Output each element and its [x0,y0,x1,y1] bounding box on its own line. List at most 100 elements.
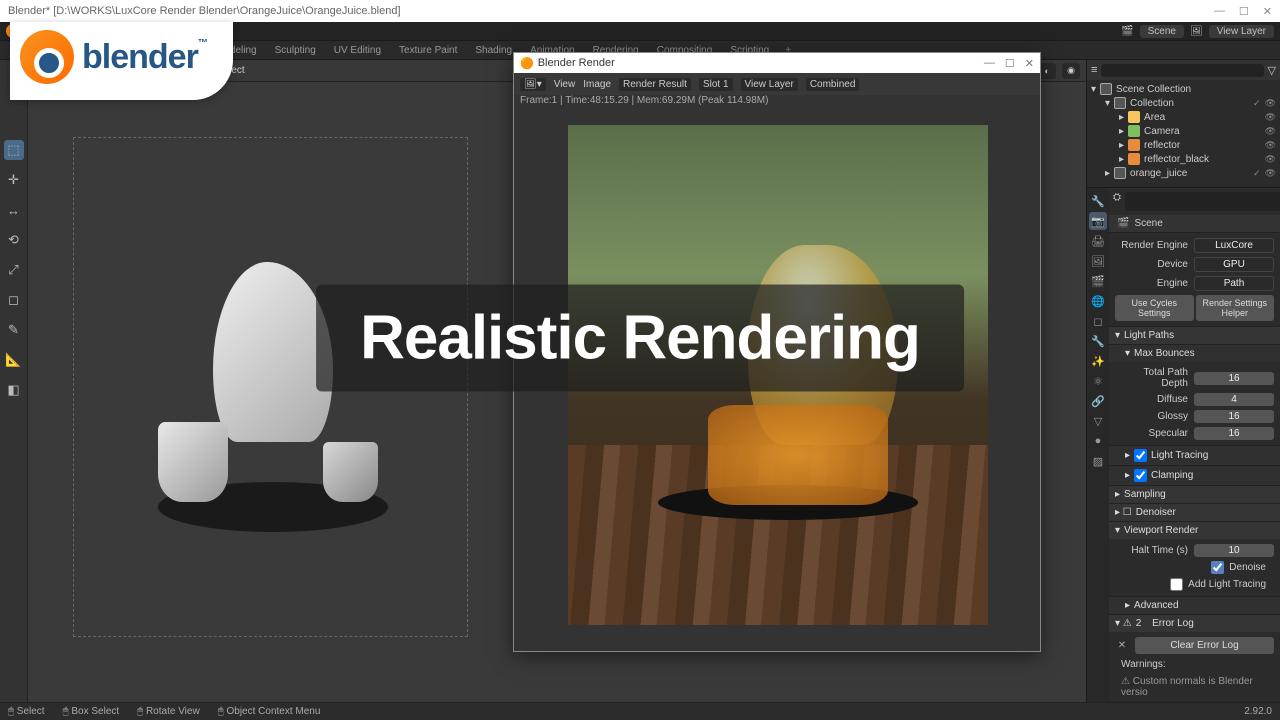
tab-sculpting[interactable]: Sculpting [267,43,324,58]
prop-tab-world[interactable]: 🌐 [1089,292,1107,310]
render-editor-icon[interactable]: 🖼▾ [520,78,546,91]
filter-icon[interactable]: ▽ [1268,64,1276,77]
viewlayer-selector[interactable]: View Layer [1209,25,1274,38]
prop-tab-viewlayer[interactable]: 🖼 [1089,252,1107,270]
render-menu-image[interactable]: Image [583,79,611,90]
close-icon[interactable]: ✕ [1115,640,1129,651]
tool-select-box[interactable]: ⬚ [4,140,24,160]
cup1-mesh [158,422,228,502]
panel-max-bounces[interactable]: ▾ Max Bounces [1109,345,1280,362]
total-path-input[interactable]: 16 [1194,372,1274,385]
prop-tab-render[interactable]: 📷 [1089,212,1107,230]
render-stats: Frame:1 | Time:48:15.29 | Mem:69.29M (Pe… [514,95,1040,111]
render-pass-select[interactable]: Combined [806,78,860,91]
glossy-input[interactable]: 16 [1194,410,1274,423]
render-engine-select[interactable]: LuxCore [1194,238,1274,253]
panel-clamping[interactable]: ▸ Clamping [1109,466,1280,485]
panel-advanced[interactable]: ▸ Advanced [1109,597,1280,614]
prop-tab-tool[interactable]: 🔧 [1089,192,1107,210]
outliner-camera[interactable]: ▸Camera👁 [1091,124,1276,138]
render-titlebar: 🟠 Blender Render — ☐ ✕ [514,53,1040,73]
light-tracing-checkbox[interactable] [1134,449,1147,462]
panel-denoiser[interactable]: ▸ ☐ Denoiser [1109,504,1280,521]
prop-tab-modifier[interactable]: 🔧 [1089,332,1107,350]
outliner-search-input[interactable] [1101,64,1263,77]
tool-cursor[interactable]: ✛ [4,170,24,190]
outliner-reflector[interactable]: ▸reflector👁 [1091,138,1276,152]
tool-move[interactable]: ↔ [4,200,24,220]
status-context: 🖱 Object Context Menu [218,706,321,717]
properties-search-input[interactable] [1125,192,1280,211]
render-minimize-button[interactable]: — [984,57,995,70]
scene-selector[interactable]: Scene [1140,25,1184,38]
prop-tab-constraint[interactable]: 🔗 [1089,392,1107,410]
render-header: 🖼▾ View Image Render Result Slot 1 View … [514,73,1040,95]
prop-tab-scene[interactable]: 🎬 [1089,272,1107,290]
status-box: 🖱 Box Select [63,706,120,717]
panel-light-paths[interactable]: ▾ Light Paths [1109,327,1280,344]
add-light-tracing-checkbox[interactable] [1170,578,1183,591]
outliner-type-icon[interactable]: ≡ [1091,64,1097,76]
tool-annotate[interactable]: ✎ [4,320,24,340]
status-bar: 🖱 Select 🖱 Box Select 🖱 Rotate View 🖱 Ob… [0,702,1280,720]
close-button[interactable]: ✕ [1263,5,1272,18]
engine-select[interactable]: Path [1194,276,1274,291]
outliner-collection[interactable]: ▾Collection✓👁 [1091,96,1276,110]
add-light-tracing-label: Add Light Tracing [1188,579,1266,590]
tool-measure[interactable]: 📐 [4,350,24,370]
render-maximize-button[interactable]: ☐ [1005,57,1015,70]
clamping-checkbox[interactable] [1134,469,1147,482]
tab-uv-editing[interactable]: UV Editing [326,43,389,58]
render-glasses [708,405,888,505]
warnings-label: Warnings: [1115,656,1274,673]
device-select[interactable]: GPU [1194,257,1274,272]
prop-tab-data[interactable]: ▽ [1089,412,1107,430]
minimize-button[interactable]: — [1214,5,1225,18]
prop-tab-material[interactable]: ● [1089,432,1107,450]
prop-tab-output[interactable]: 🖨 [1089,232,1107,250]
outliner-reflector-black[interactable]: ▸reflector_black👁 [1091,152,1276,166]
os-titlebar: Blender* [D:\WORKS\LuxCore Render Blende… [0,0,1280,22]
panel-sampling[interactable]: ▸ Sampling [1109,486,1280,503]
tab-texture-paint[interactable]: Texture Paint [391,43,465,58]
panel-error-log[interactable]: ▾ ⚠ 2 Error Log [1109,615,1280,632]
toolbar-left: ⬚ ✛ ↔ ⟲ ⤢ ◻ ✎ 📐 ◧ [0,60,28,704]
props-type-icon[interactable]: ⛭ [1113,192,1121,211]
use-cycles-button[interactable]: Use Cycles Settings [1115,295,1194,321]
outliner-root[interactable]: ▾Scene Collection [1091,82,1276,96]
render-window-title: Blender Render [538,57,615,69]
denoise-checkbox[interactable] [1211,561,1224,574]
outliner-orange-juice[interactable]: ▸orange_juice✓👁 [1091,166,1276,180]
tool-add[interactable]: ◧ [4,380,24,400]
diffuse-input[interactable]: 4 [1194,393,1274,406]
maximize-button[interactable]: ☐ [1239,5,1249,18]
window-title: Blender* [D:\WORKS\LuxCore Render Blende… [8,5,401,17]
tool-rotate[interactable]: ⟲ [4,230,24,250]
render-layer-select[interactable]: View Layer [741,78,798,91]
render-slot-select[interactable]: Slot 1 [699,78,733,91]
panel-light-tracing[interactable]: ▸ Light Tracing [1109,446,1280,465]
prop-tab-texture[interactable]: ▨ [1089,452,1107,470]
prop-tab-physics[interactable]: ⚛ [1089,372,1107,390]
render-result-select[interactable]: Render Result [619,78,691,91]
tool-transform[interactable]: ◻ [4,290,24,310]
specular-input[interactable]: 16 [1194,427,1274,440]
render-close-button[interactable]: ✕ [1025,57,1034,70]
clear-error-button[interactable]: Clear Error Log [1135,637,1274,654]
panel-viewport-render[interactable]: ▾ Viewport Render [1109,522,1280,539]
tool-scale[interactable]: ⤢ [4,260,24,280]
properties-breadcrumb: 🎬 Scene [1109,215,1280,232]
render-helper-button[interactable]: Render Settings Helper [1196,295,1275,321]
prop-tab-particle[interactable]: ✨ [1089,352,1107,370]
prop-tab-object[interactable]: ◻ [1089,312,1107,330]
device-label: Device [1115,259,1188,270]
status-rotate: 🖱 Rotate View [137,706,200,717]
scene-breadcrumb-icon: 🎬 [1117,218,1129,229]
outliner-area[interactable]: ▸Area👁 [1091,110,1276,124]
version-label: 2.92.0 [1244,706,1272,717]
render-menu-view[interactable]: View [554,79,576,90]
shading-rendered-button[interactable]: ◉ [1062,63,1080,79]
halt-time-input[interactable]: 10 [1194,544,1274,557]
render-engine-label: Render Engine [1115,240,1188,251]
diffuse-label: Diffuse [1115,394,1188,405]
